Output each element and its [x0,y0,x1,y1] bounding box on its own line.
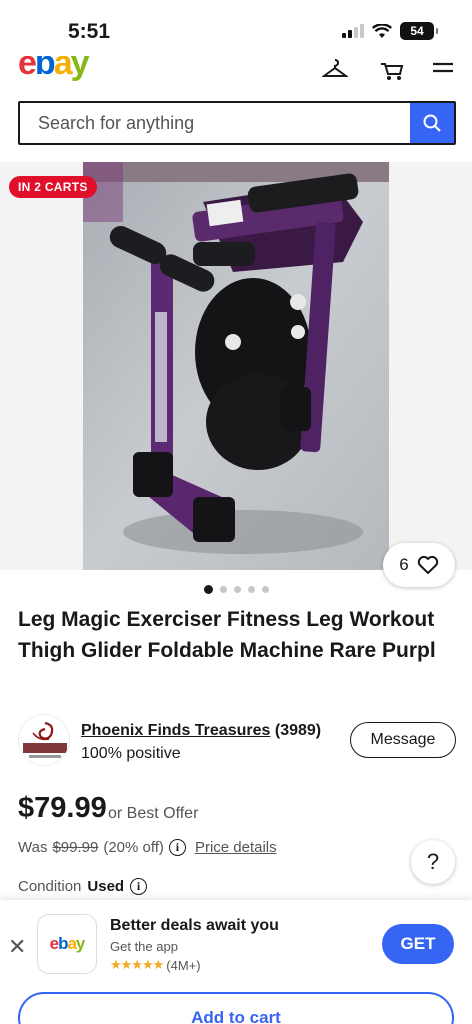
star-rating-icon: ★★★★★ [110,957,164,972]
was-label: Was [18,839,48,856]
status-bar: 5:51 54 [0,0,472,56]
watch-button[interactable]: 6 [383,543,455,587]
seller-name[interactable]: Phoenix Finds Treasures (3989) [81,722,321,740]
best-offer-label: or Best Offer [108,805,199,822]
add-to-cart-button[interactable]: Add to cart [18,992,454,1024]
discount: (20% off) [103,839,164,856]
signal-icon [342,24,364,38]
message-button[interactable]: Message [350,722,456,758]
price-details-link[interactable]: Price details [195,839,277,856]
pager-dot[interactable] [203,585,213,594]
status-time: 5:51 [68,20,111,43]
was-price-row: Was $99.99 (20% off) i Price details [18,839,277,856]
battery-icon: 54 [400,22,438,40]
help-button[interactable]: ? [411,840,455,884]
ebay-app-logo: ebay [37,914,97,974]
condition-value: Used [87,878,125,895]
seller-info: Phoenix Finds Treasures (3989) 100% posi… [18,712,458,768]
seller-avatar[interactable] [18,714,70,766]
image-pager [0,585,472,594]
watch-count: 6 [399,555,409,574]
was-price: $99.99 [52,839,99,856]
info-icon[interactable]: i [130,878,148,895]
menu-icon[interactable] [430,58,456,82]
search-icon [423,114,441,132]
condition-label: Condition [18,878,82,895]
ebay-logo[interactable]: ebay [18,56,90,80]
cart-count-badge: IN 2 CARTS [9,176,97,198]
pager-dot[interactable] [233,586,241,593]
rating-count: (4M+) [166,957,201,973]
wifi-icon [372,23,392,38]
app-promo-banner: ✕ ebay Better deals await you Get the ap… [0,900,472,1024]
condition-row: Condition Used i [18,878,148,895]
status-icons: 54 [342,22,438,40]
close-icon[interactable]: ✕ [8,934,26,960]
banner-title: Better deals await you [110,917,279,934]
image-gallery[interactable]: IN 2 CARTS 6 [0,162,472,587]
listing-title: Leg Magic Exerciser Fitness Leg Workout … [18,608,436,662]
product-photo[interactable] [83,162,389,570]
pager-dot[interactable] [219,586,227,593]
search-bar [18,101,456,145]
get-app-button[interactable]: GET [382,924,454,964]
heart-icon [417,555,438,574]
info-icon[interactable]: i [168,839,186,856]
app-rating: ★★★★★ (4M+) [110,957,201,973]
seller-positive-rating: 100% positive [81,745,181,762]
cart-icon[interactable] [379,58,405,82]
search-input[interactable] [20,103,410,143]
hanger-icon[interactable] [322,58,348,82]
search-button[interactable] [410,103,454,143]
pager-dot[interactable] [247,586,255,593]
pager-dot[interactable] [261,586,269,593]
price: $79.99 [18,792,107,824]
app-header: ebay [0,56,472,86]
banner-subtitle: Get the app [110,939,178,954]
